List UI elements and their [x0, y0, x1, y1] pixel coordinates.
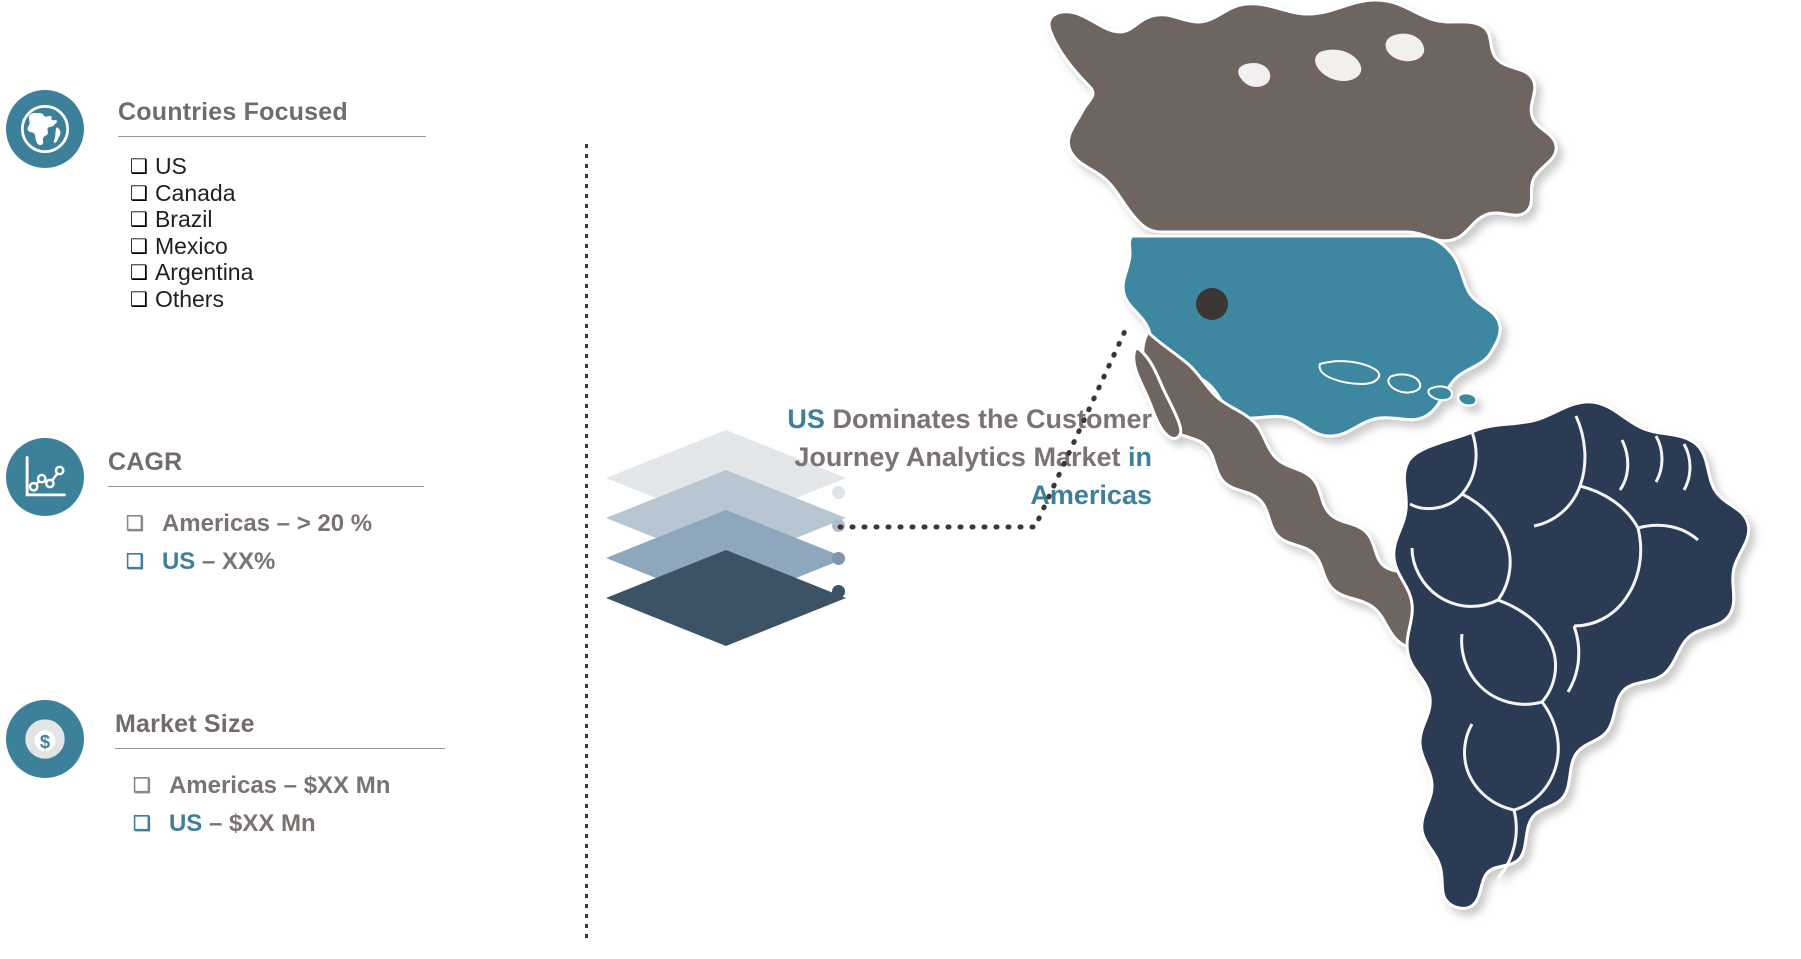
countries-focused-body: Countries Focused ❑ US ❑ Canada ❑ Brazil ❑ M…	[118, 98, 448, 312]
layer-dot-3	[832, 552, 845, 565]
checkbox-icon: ❑	[126, 513, 144, 535]
section-title: CAGR	[108, 448, 183, 476]
cagr-body: CAGR ❑ Americas – > 20 % ❑ US – XX%	[108, 448, 438, 581]
country-label: Others	[154, 285, 224, 312]
checkbox-icon: ❑	[133, 775, 151, 797]
stat-label: US	[168, 810, 203, 837]
list-item[interactable]: ❑ US – XX%	[126, 543, 438, 581]
checkbox-icon: ❑	[133, 813, 151, 835]
stat-value: – XX%	[195, 548, 276, 575]
country-label: US	[154, 153, 187, 179]
pie-dollar-icon: $	[6, 700, 84, 778]
stat-label: US	[161, 548, 196, 575]
list-item[interactable]: ❑ US	[130, 153, 448, 180]
map-region-south-america	[1392, 400, 1751, 910]
layer-dot-2	[832, 519, 845, 532]
svg-text:$: $	[40, 731, 50, 752]
stat-label: Americas	[161, 510, 271, 537]
cagr-list: ❑ Americas – > 20 % ❑ US – XX%	[108, 487, 438, 581]
country-label: Brazil	[154, 206, 213, 232]
list-item[interactable]: ❑ US – $XX Mn	[133, 805, 445, 843]
map-region-canada	[1047, 0, 1558, 243]
list-item[interactable]: ❑ Americas – $XX Mn	[133, 767, 445, 805]
section-title: Market Size	[115, 710, 255, 738]
checkbox-icon: ❑	[126, 551, 144, 573]
stat-value: – $XX Mn	[277, 772, 391, 799]
list-item[interactable]: ❑ Canada	[130, 180, 448, 207]
checkbox-icon: ❑	[130, 288, 148, 311]
stat-value: – $XX Mn	[202, 810, 316, 837]
checkbox-icon: ❑	[130, 156, 148, 178]
americas-map	[1020, 0, 1801, 957]
section-title: Countries Focused	[118, 98, 348, 126]
list-item[interactable]: ❑ Argentina	[130, 259, 448, 286]
stat-value: – > 20 %	[270, 510, 373, 537]
list-item[interactable]: ❑ Brazil	[130, 206, 448, 233]
vertical-dotted-divider	[585, 144, 588, 944]
stat-label: Americas	[168, 772, 278, 799]
globe-icon	[6, 90, 84, 168]
headline-accent-lead: US	[787, 404, 825, 434]
layer-dot-4	[832, 585, 845, 598]
country-label: Argentina	[154, 259, 254, 285]
market-size-list: ❑ Americas – $XX Mn ❑ US – $XX Mn	[115, 749, 445, 843]
list-item[interactable]: ❑ Others	[130, 286, 448, 313]
checkbox-icon: ❑	[130, 209, 148, 231]
us-marker-dot	[1196, 288, 1228, 320]
country-label: Mexico	[154, 232, 228, 259]
left-info-panel: Countries Focused ❑ US ❑ Canada ❑ Brazil ❑ M…	[0, 0, 590, 959]
checkbox-icon: ❑	[130, 235, 148, 258]
country-label: Canada	[154, 179, 236, 206]
checkbox-icon: ❑	[130, 182, 148, 205]
market-size-body: Market Size ❑ Americas – $XX Mn ❑ US – $…	[115, 710, 445, 843]
list-item[interactable]: ❑ Americas – > 20 %	[126, 505, 438, 543]
checkbox-icon: ❑	[130, 262, 148, 284]
countries-list: ❑ US ❑ Canada ❑ Brazil ❑ Mexico ❑ Argentina ❑…	[118, 137, 448, 312]
line-chart-icon	[6, 438, 84, 516]
list-item[interactable]: ❑ Mexico	[130, 233, 448, 260]
